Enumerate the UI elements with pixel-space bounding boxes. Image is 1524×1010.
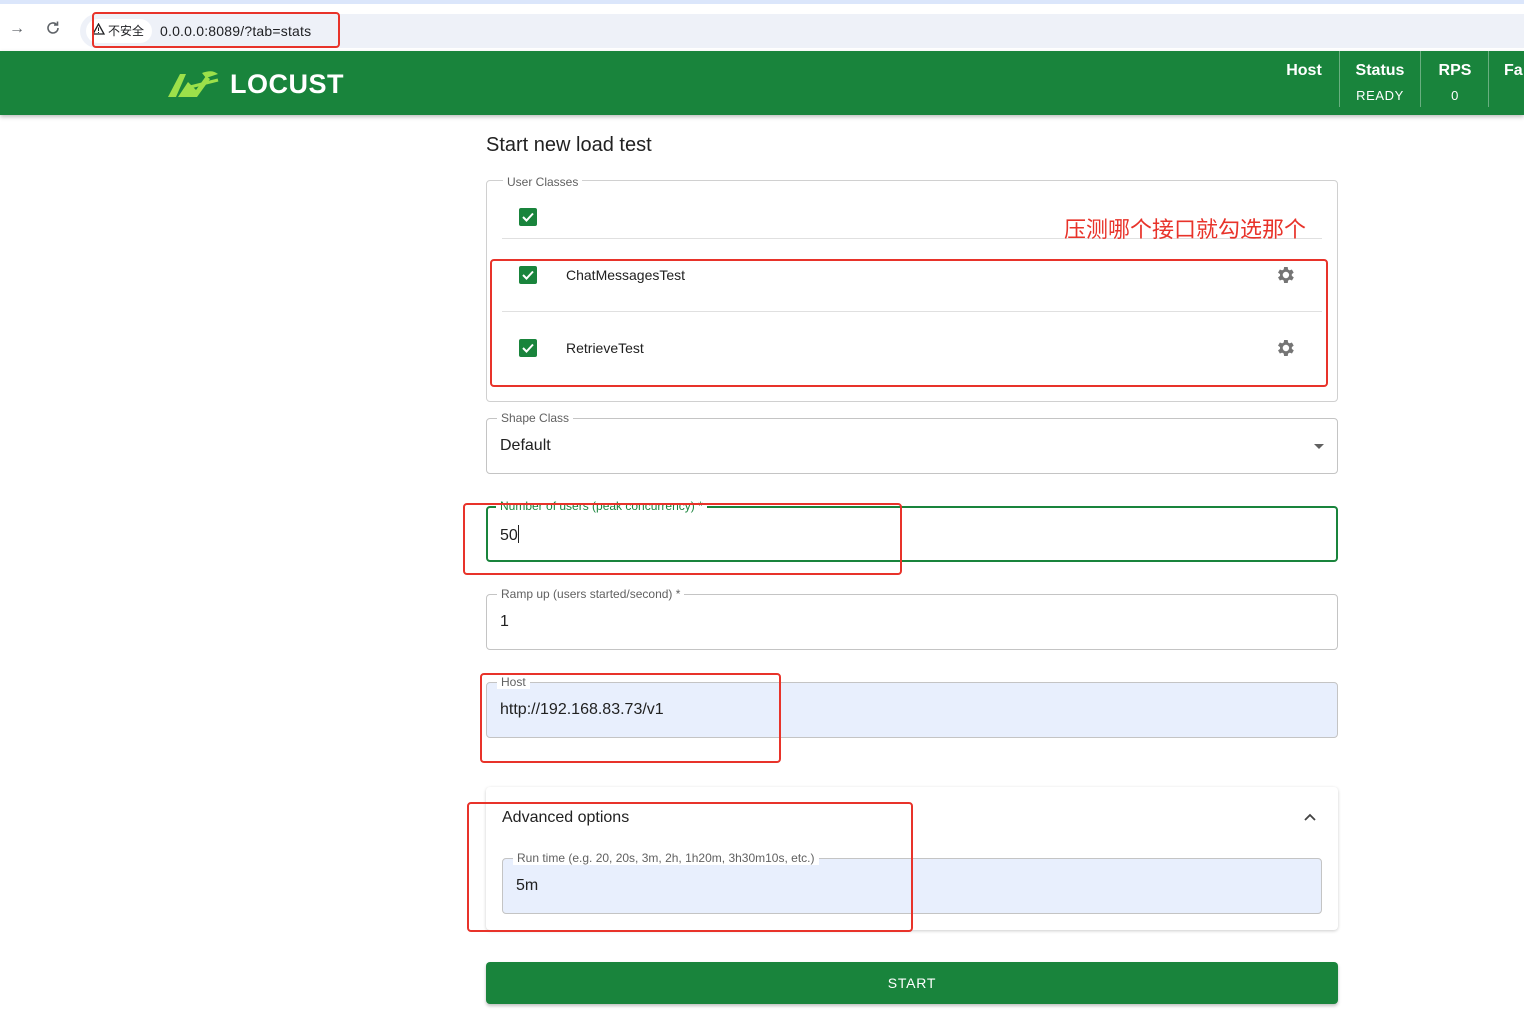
- run-time-value: 5m: [516, 877, 539, 894]
- security-label: 不安全: [108, 24, 145, 38]
- start-button[interactable]: START: [486, 962, 1338, 1004]
- app-header: LOCUST Host Status READY RPS 0 Fa: [0, 51, 1524, 115]
- stat-status-label: Status: [1355, 62, 1405, 79]
- gear-icon[interactable]: [1274, 337, 1296, 359]
- address-bar[interactable]: 不安全 0.0.0.0:8089/?tab=stats: [80, 14, 1524, 48]
- forward-icon[interactable]: →: [8, 20, 26, 38]
- divider: [502, 311, 1322, 312]
- user-classes-legend: User Classes: [503, 175, 583, 189]
- users-legend: Number of users (peak concurrency) *: [496, 499, 707, 513]
- browser-toolbar: → 不安全 0.0.0.0:8089/?tab=stats: [0, 4, 1524, 51]
- shape-class-select[interactable]: Shape Class Default: [486, 411, 1338, 474]
- stat-host-label: Host: [1286, 62, 1322, 79]
- stat-failures: Fa: [1504, 61, 1524, 81]
- annotation-text: 压测哪个接口就勾选那个: [1064, 218, 1307, 243]
- run-time-input[interactable]: Run time (e.g. 20, 20s, 3m, 2h, 1h20m, 3…: [502, 851, 1322, 914]
- shape-class-legend: Shape Class: [497, 411, 574, 425]
- ramp-up-input[interactable]: Ramp up (users started/second) * 1: [486, 587, 1338, 650]
- check-icon: [522, 343, 534, 353]
- advanced-options-panel: Advanced options Run time (e.g. 20, 20s,…: [486, 787, 1338, 930]
- stat-host: Host: [1280, 61, 1328, 86]
- url-text[interactable]: 0.0.0.0:8089/?tab=stats: [160, 14, 311, 48]
- advanced-options-title[interactable]: Advanced options: [502, 809, 629, 827]
- stat-divider: [1420, 51, 1421, 107]
- users-input[interactable]: Number of users (peak concurrency) * 50: [486, 499, 1338, 562]
- user-class-name: ChatMessagesTest: [566, 267, 686, 283]
- user-class-checkbox[interactable]: [519, 266, 537, 284]
- locust-logo[interactable]: LOCUST: [166, 68, 344, 100]
- chevron-up-icon[interactable]: [1304, 813, 1316, 821]
- stat-rps-value: 0: [1451, 88, 1459, 103]
- host-input[interactable]: Host http://192.168.83.73/v1: [486, 675, 1338, 738]
- check-icon: [522, 212, 534, 222]
- warning-icon: [91, 19, 106, 43]
- user-class-name: RetrieveTest: [566, 340, 644, 356]
- gear-icon[interactable]: [1274, 264, 1296, 286]
- stat-rps-label: RPS: [1438, 62, 1472, 79]
- text-cursor: [517, 525, 519, 543]
- logo-text: LOCUST: [230, 68, 344, 99]
- host-value: http://192.168.83.73/v1: [500, 701, 664, 718]
- security-chip[interactable]: 不安全: [86, 19, 153, 43]
- stat-failures-label: Fa: [1504, 62, 1523, 79]
- ramp-up-value: 1: [500, 613, 509, 630]
- caret-down-icon: [1314, 444, 1324, 449]
- check-icon: [522, 270, 534, 280]
- stat-status-value: READY: [1356, 88, 1404, 103]
- stat-status: Status READY: [1350, 61, 1410, 106]
- users-value: 50: [500, 527, 518, 544]
- ramp-up-legend: Ramp up (users started/second) *: [497, 587, 685, 601]
- users-value-wrap: 50: [500, 525, 519, 545]
- locust-logo-icon: [168, 71, 219, 97]
- user-class-checkbox[interactable]: [519, 339, 537, 357]
- stat-rps: RPS 0: [1434, 61, 1476, 106]
- host-legend: Host: [497, 675, 530, 689]
- stat-divider: [1488, 51, 1489, 107]
- run-time-legend: Run time (e.g. 20, 20s, 3m, 2h, 1h20m, 3…: [513, 851, 819, 865]
- stat-divider: [1339, 51, 1340, 107]
- shape-class-value: Default: [500, 437, 551, 454]
- reload-icon[interactable]: [44, 20, 62, 38]
- page-title: Start new load test: [486, 134, 652, 156]
- select-all-checkbox[interactable]: [519, 208, 537, 226]
